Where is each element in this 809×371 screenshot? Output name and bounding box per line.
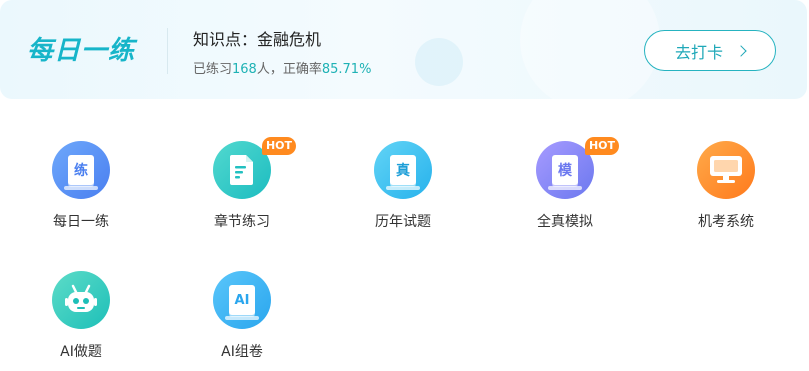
checkin-label: 去打卡: [674, 42, 723, 62]
menu-item-label: 机考系统: [698, 214, 754, 230]
hot-badge: HOT: [262, 137, 296, 155]
chevron-right-icon: [735, 44, 747, 57]
menu-item-label: 全真模拟: [537, 214, 593, 230]
stats-prefix: 已练习: [193, 62, 233, 77]
robot-glyph: [65, 284, 97, 312]
banner-decoration: [415, 38, 463, 86]
ai-paper-icon: AI: [213, 271, 271, 329]
ai-paper-glyph: AI: [225, 285, 259, 320]
menu-item-ai-paper[interactable]: AI AI组卷: [182, 271, 302, 361]
menu-item-label: 章节练习: [214, 214, 270, 230]
banner-decoration: [520, 0, 660, 99]
menu-item-computer-exam[interactable]: 机考系统: [666, 141, 786, 231]
ai-robot-icon: [52, 271, 110, 329]
menu-item-chapter-practice[interactable]: HOT 章节练习: [182, 137, 302, 231]
practice-stats: 已练习168人，正确率85.71%: [193, 58, 371, 77]
menu-item-label: 每日一练: [53, 214, 109, 230]
menu-item-mock-exam[interactable]: 模 HOT 全真模拟: [505, 137, 625, 231]
banner-title: 每日一练: [27, 36, 136, 66]
chapter-doc-glyph: [230, 155, 253, 185]
monitor-glyph: [710, 156, 742, 183]
daily-practice-banner: 每日一练 知识点：金融危机 已练习168人，正确率85.71% 去打卡: [0, 0, 807, 99]
knowledge-point: 知识点：金融危机: [193, 30, 322, 49]
past-exam-glyph: 真: [386, 155, 420, 190]
menu-item-label: 历年试题: [375, 214, 431, 230]
accuracy-rate: 85.71%: [321, 62, 372, 77]
mock-exam-glyph: 模: [548, 155, 582, 190]
practice-book-icon: 练: [52, 141, 110, 199]
banner-divider: [167, 28, 168, 74]
stats-mid: 人，正确率: [256, 62, 322, 77]
menu-item-past-exams[interactable]: 真 历年试题: [343, 141, 463, 231]
practice-count: 168: [232, 62, 257, 77]
menu-item-label: AI做题: [60, 344, 102, 360]
menu-item-ai-practice[interactable]: AI做题: [21, 271, 141, 361]
hot-badge: HOT: [585, 137, 619, 155]
menu-item-label: AI组卷: [221, 344, 263, 360]
computer-exam-icon: [697, 141, 755, 199]
menu-item-daily-practice[interactable]: 练 每日一练: [21, 141, 141, 231]
past-exam-icon: 真: [374, 141, 432, 199]
checkin-button[interactable]: 去打卡: [644, 30, 776, 71]
practice-book-glyph: 练: [64, 155, 98, 190]
